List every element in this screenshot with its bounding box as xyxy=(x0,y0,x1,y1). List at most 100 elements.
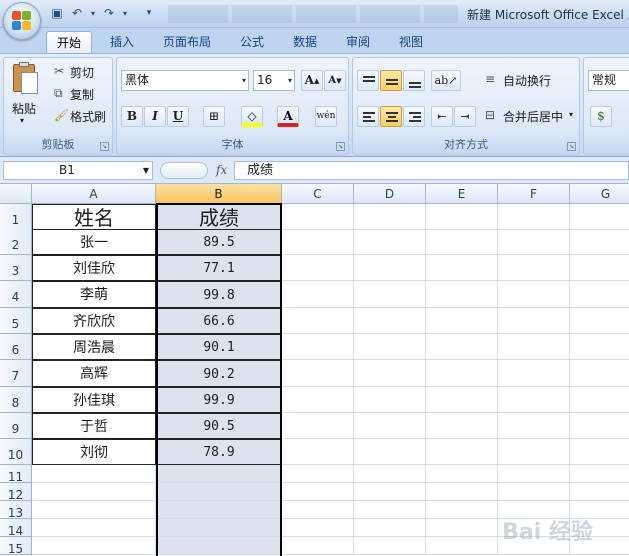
empty-cell[interactable] xyxy=(498,334,570,360)
empty-cell[interactable] xyxy=(426,519,498,537)
empty-cell[interactable] xyxy=(498,439,570,465)
column-header-a[interactable]: A xyxy=(32,184,156,204)
empty-cell[interactable] xyxy=(282,501,354,519)
empty-cell[interactable] xyxy=(282,281,354,308)
empty-cell[interactable] xyxy=(570,229,629,255)
row-header[interactable]: 9 xyxy=(0,413,32,439)
name-cell[interactable]: 齐欣欣 xyxy=(32,308,156,334)
empty-cell[interactable] xyxy=(354,281,426,308)
font-name-combo[interactable]: 黑体 ▾ xyxy=(121,70,249,91)
formula-expand-handle[interactable] xyxy=(160,162,208,179)
empty-cell[interactable] xyxy=(282,465,354,483)
paste-dropdown-icon[interactable]: ▾ xyxy=(20,116,24,125)
wrap-text-button[interactable]: 自动换行 xyxy=(503,72,551,89)
empty-cell[interactable] xyxy=(426,483,498,501)
empty-cell[interactable] xyxy=(354,465,426,483)
copy-icon[interactable]: ⧉ xyxy=(54,86,63,101)
save-icon[interactable]: ▣ xyxy=(48,5,66,22)
empty-cell[interactable] xyxy=(570,387,629,413)
name-cell[interactable]: 孙佳琪 xyxy=(32,387,156,413)
empty-cell[interactable] xyxy=(426,465,498,483)
empty-cell[interactable] xyxy=(570,281,629,308)
empty-cell[interactable] xyxy=(354,334,426,360)
name-cell[interactable]: 张一 xyxy=(32,229,156,255)
empty-cell[interactable] xyxy=(354,439,426,465)
empty-cell[interactable] xyxy=(354,308,426,334)
empty-cell[interactable] xyxy=(282,483,354,501)
bold-button[interactable]: B xyxy=(121,106,143,127)
row-header[interactable]: 10 xyxy=(0,439,32,465)
merge-center-icon[interactable]: ⊟ xyxy=(485,108,495,122)
row-header[interactable]: 3 xyxy=(0,255,32,281)
align-right-icon[interactable] xyxy=(403,106,425,127)
empty-cell[interactable] xyxy=(282,387,354,413)
empty-cell[interactable] xyxy=(570,360,629,387)
row-header[interactable]: 5 xyxy=(0,308,32,334)
tab-data[interactable]: 数据 xyxy=(283,31,327,53)
empty-cell[interactable] xyxy=(32,519,156,537)
tab-formulas[interactable]: 公式 xyxy=(230,31,274,53)
empty-cell[interactable] xyxy=(282,413,354,439)
empty-cell[interactable] xyxy=(282,308,354,334)
empty-cell[interactable] xyxy=(570,465,629,483)
empty-cell[interactable] xyxy=(570,483,629,501)
row-header[interactable]: 4 xyxy=(0,281,32,308)
shrink-font-button[interactable]: A▼ xyxy=(324,70,346,91)
empty-cell[interactable] xyxy=(282,204,354,230)
row-header[interactable]: 11 xyxy=(0,465,32,484)
column-header-g[interactable]: G xyxy=(570,184,629,204)
empty-cell[interactable] xyxy=(354,483,426,501)
empty-cell[interactable] xyxy=(498,204,570,230)
column-header-b[interactable]: B xyxy=(156,184,282,204)
font-size-dropdown-icon[interactable]: ▾ xyxy=(288,71,292,90)
italic-button[interactable]: I xyxy=(144,106,166,127)
empty-cell[interactable] xyxy=(354,387,426,413)
empty-cell[interactable] xyxy=(282,519,354,537)
paste-icon[interactable] xyxy=(10,62,40,96)
empty-cell[interactable] xyxy=(498,255,570,281)
merge-dropdown-icon[interactable]: ▾ xyxy=(569,110,573,119)
empty-cell[interactable] xyxy=(570,334,629,360)
copy-button[interactable]: 复制 xyxy=(70,86,94,103)
tab-page-layout[interactable]: 页面布局 xyxy=(155,31,219,53)
empty-cell[interactable] xyxy=(426,281,498,308)
row-header[interactable]: 14 xyxy=(0,519,32,538)
empty-cell[interactable] xyxy=(32,483,156,501)
tab-view[interactable]: 视图 xyxy=(389,31,433,53)
empty-cell[interactable] xyxy=(354,501,426,519)
insert-function-icon[interactable]: fx xyxy=(216,163,227,177)
name-box[interactable]: B1 ▼ xyxy=(3,161,153,180)
align-bottom-icon[interactable] xyxy=(403,70,425,91)
paste-button[interactable]: 粘贴 xyxy=(12,100,36,117)
name-cell[interactable]: 李萌 xyxy=(32,281,156,308)
number-format-combo[interactable]: 常规 xyxy=(588,70,629,91)
row-header[interactable]: 7 xyxy=(0,360,32,387)
empty-cell[interactable] xyxy=(32,501,156,519)
align-top-icon[interactable] xyxy=(357,70,379,91)
name-cell[interactable]: 于哲 xyxy=(32,413,156,439)
format-painter-button[interactable]: 格式刷 xyxy=(70,108,106,125)
empty-cell[interactable] xyxy=(570,439,629,465)
row-header[interactable]: 2 xyxy=(0,229,32,255)
font-size-combo[interactable]: 16 ▾ xyxy=(253,70,295,91)
decrease-indent-icon[interactable]: ⇤ xyxy=(431,106,453,127)
formula-input[interactable]: 成绩 xyxy=(234,161,629,180)
row-header[interactable]: 8 xyxy=(0,387,32,413)
wrap-text-icon[interactable]: ≡ xyxy=(485,72,495,86)
orientation-icon[interactable]: ab↗ xyxy=(431,70,461,91)
empty-cell[interactable] xyxy=(570,204,629,230)
name-cell[interactable]: 高辉 xyxy=(32,360,156,387)
score-cell[interactable]: 89.5 xyxy=(156,229,282,255)
empty-cell[interactable] xyxy=(426,501,498,519)
tab-insert[interactable]: 插入 xyxy=(100,31,144,53)
empty-cell[interactable] xyxy=(354,229,426,255)
empty-cell[interactable] xyxy=(498,281,570,308)
score-cell[interactable]: 77.1 xyxy=(156,255,282,281)
empty-cell[interactable] xyxy=(156,483,282,501)
row-header[interactable]: 13 xyxy=(0,501,32,520)
name-cell[interactable]: 周浩晨 xyxy=(32,334,156,360)
align-center-icon[interactable] xyxy=(380,106,402,127)
clipboard-launcher-icon[interactable]: ↘ xyxy=(100,142,109,151)
empty-cell[interactable] xyxy=(156,537,282,555)
empty-cell[interactable] xyxy=(354,537,426,555)
